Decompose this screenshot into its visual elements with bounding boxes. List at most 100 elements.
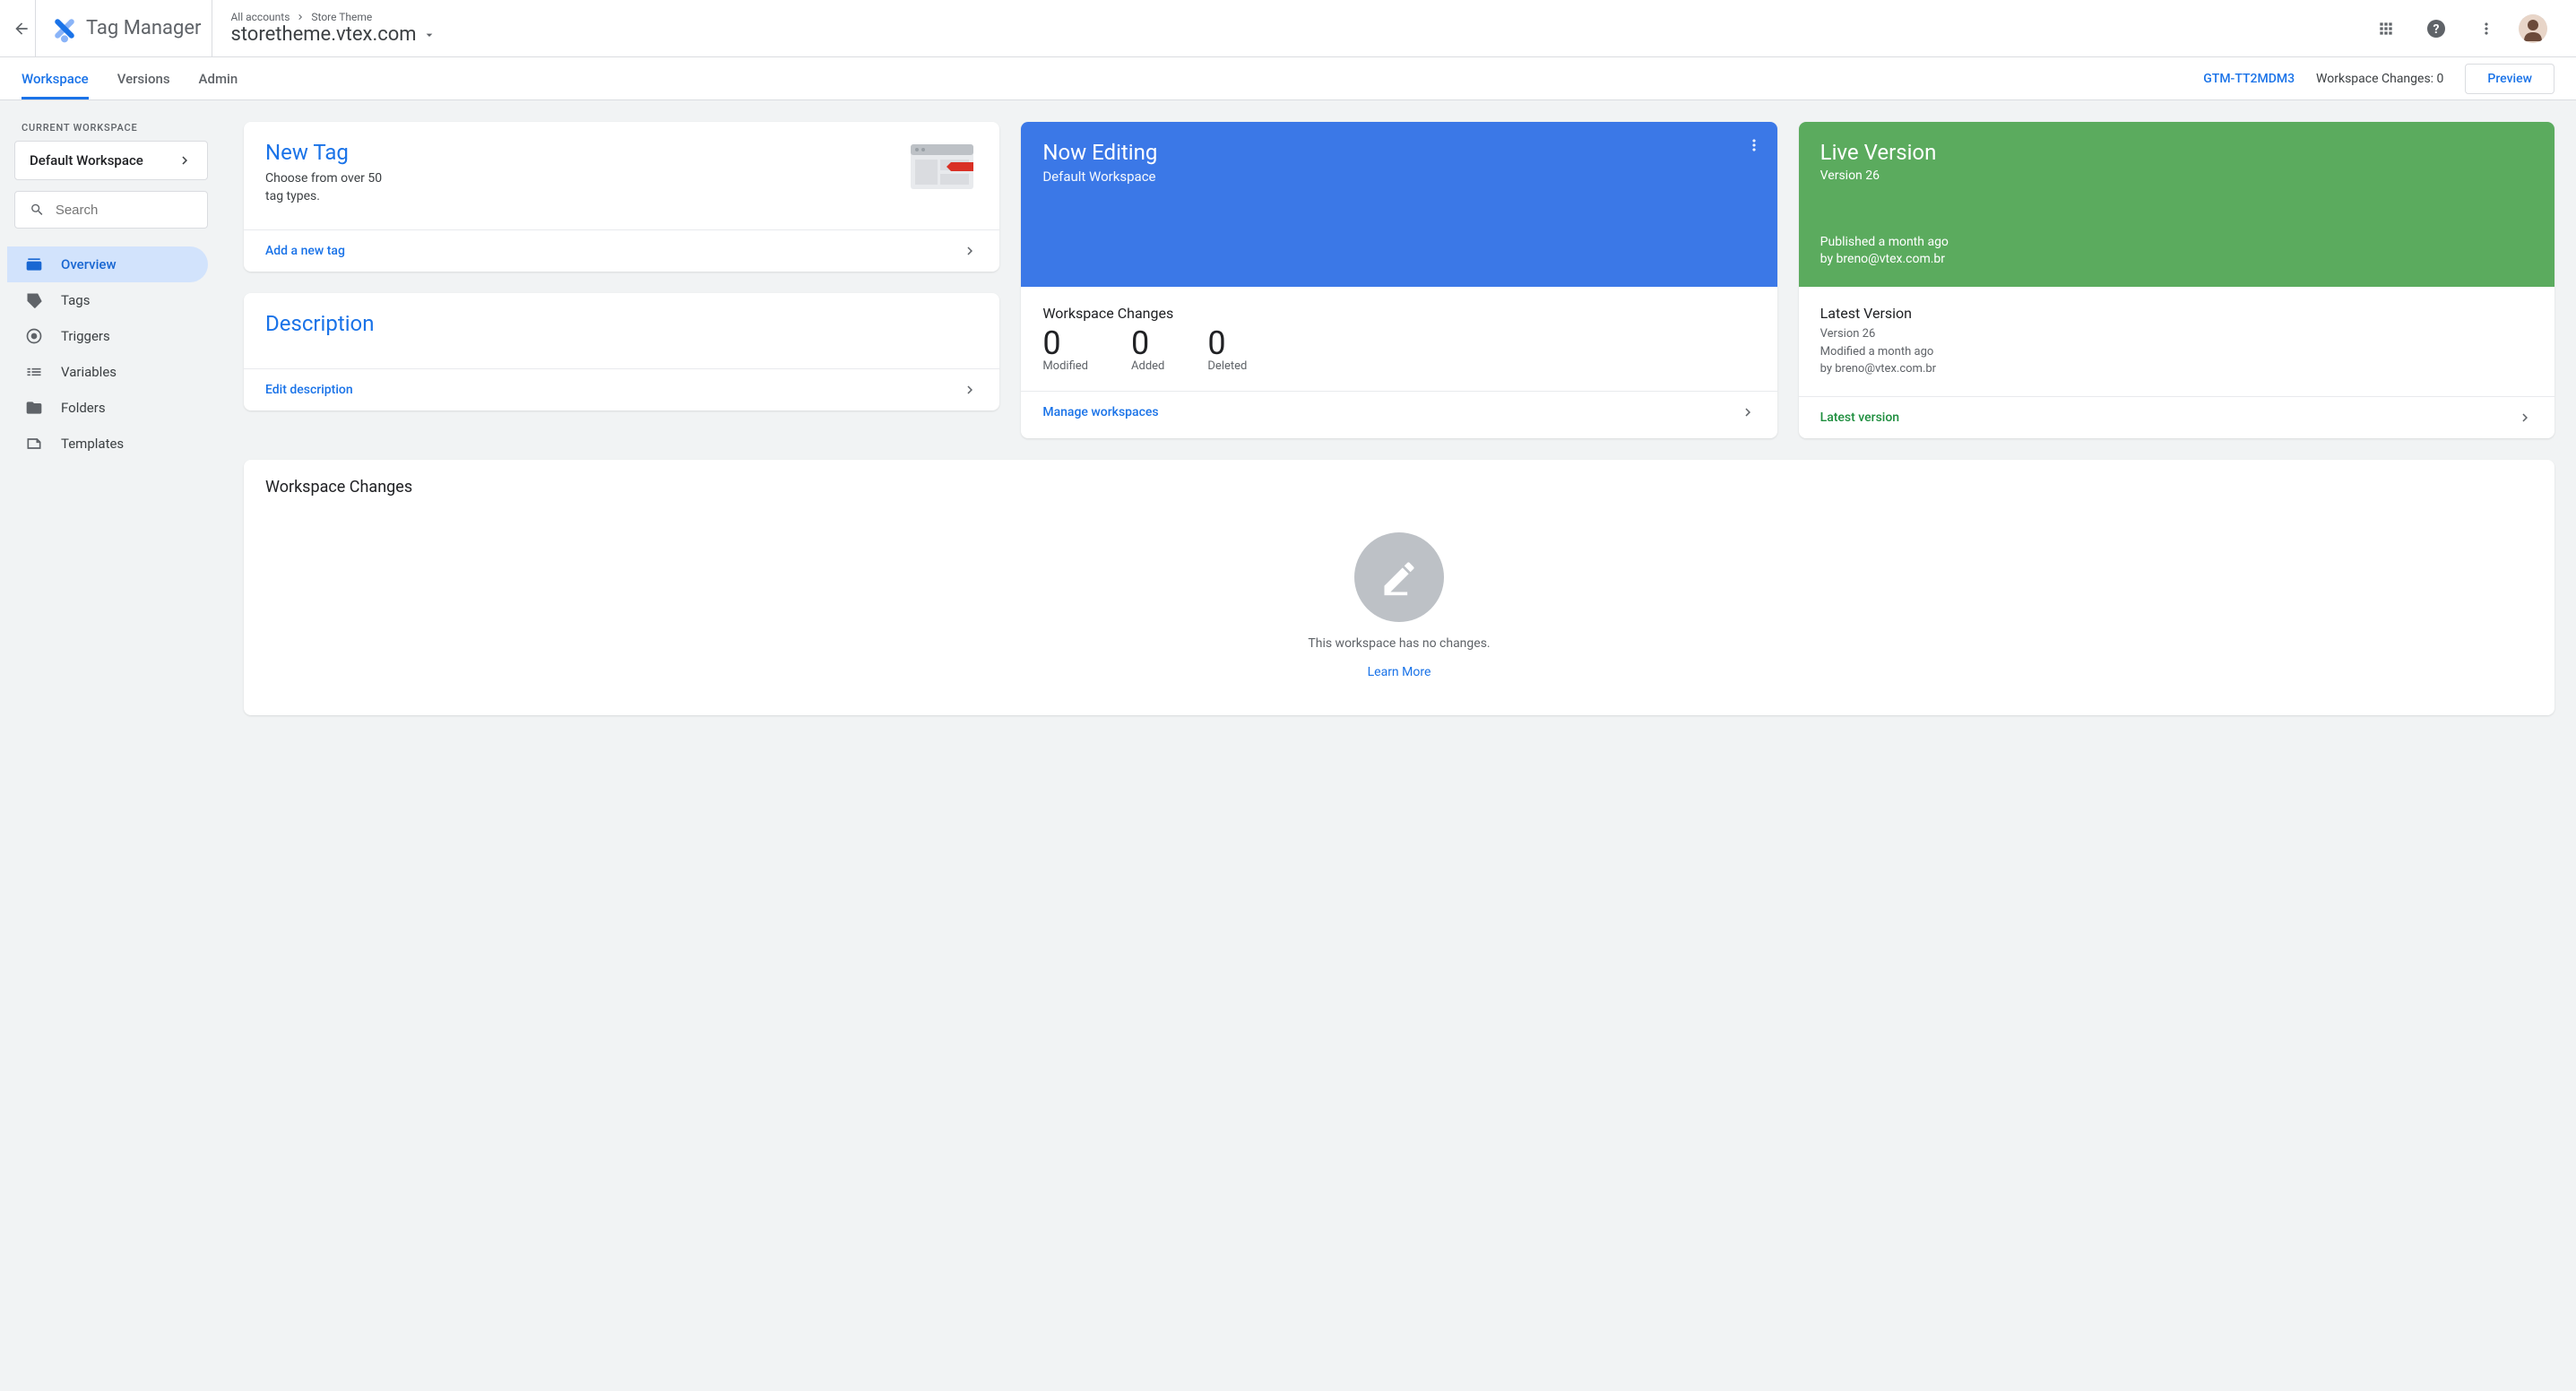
arrow-left-icon — [13, 20, 30, 38]
latest-version-info: Latest Version Version 26 Modified a mon… — [1799, 287, 2554, 396]
nav-triggers[interactable]: Triggers — [7, 318, 208, 354]
now-editing-card: Now Editing Default Workspace Workspace … — [1021, 122, 1776, 438]
manage-workspaces-label: Manage workspaces — [1042, 405, 1158, 419]
search-icon — [30, 201, 45, 219]
dashboard-icon — [25, 255, 43, 273]
now-editing-body: Now Editing Default Workspace — [1021, 122, 1776, 287]
latest-version-button[interactable]: Latest version — [1799, 396, 2554, 438]
new-tag-title: New Tag — [265, 140, 391, 165]
workspace-changes-stats: Workspace Changes 0 Modified 0 Added 0 D — [1021, 287, 1776, 391]
description-body[interactable]: Description — [244, 293, 999, 368]
empty-state-icon — [1354, 532, 1444, 622]
nav-overview[interactable]: Overview — [7, 246, 208, 282]
workspace-changes-card: Workspace Changes This workspace has no … — [244, 460, 2554, 715]
nav-label: Overview — [61, 256, 117, 272]
left-column: New Tag Choose from over 50 tag types. A… — [244, 122, 999, 438]
back-button[interactable] — [7, 0, 36, 57]
more-vert-icon — [2477, 20, 2495, 38]
live-version-title: Live Version — [1820, 140, 2533, 165]
primary-tabs: Workspace Versions Admin — [22, 57, 238, 99]
ws-changes-title: Workspace Changes — [1042, 305, 1755, 322]
main: CURRENT WORKSPACE Default Workspace Over… — [0, 100, 2576, 1391]
content: New Tag Choose from over 50 tag types. A… — [222, 100, 2576, 1391]
workspace-name: Default Workspace — [30, 152, 143, 168]
description-card: Description Edit description — [244, 293, 999, 410]
stat-modified: 0 Modified — [1042, 327, 1088, 373]
nav-templates[interactable]: Templates — [7, 426, 208, 462]
container-name: storetheme.vtex.com — [230, 23, 416, 46]
cards-row: New Tag Choose from over 50 tag types. A… — [244, 122, 2554, 438]
account-avatar[interactable] — [2519, 14, 2547, 43]
now-editing-title: Now Editing — [1042, 140, 1755, 165]
help-icon: ? — [2425, 18, 2447, 39]
latest-version-label: Latest version — [1820, 410, 1899, 425]
apps-icon — [2377, 20, 2395, 38]
product-name: Tag Manager — [86, 17, 201, 39]
sidebar: CURRENT WORKSPACE Default Workspace Over… — [0, 100, 222, 1391]
learn-more-link[interactable]: Learn More — [1368, 665, 1431, 679]
edit-description-label: Edit description — [265, 383, 353, 397]
preview-button[interactable]: Preview — [2465, 64, 2554, 94]
folder-icon — [25, 399, 43, 417]
workspace-changes-heading: Workspace Changes — [265, 478, 2533, 497]
edit-description-button[interactable]: Edit description — [244, 368, 999, 410]
search-input[interactable] — [56, 203, 193, 218]
tab-workspace[interactable]: Workspace — [22, 57, 89, 99]
nav-label: Templates — [61, 436, 124, 452]
container-selector[interactable]: storetheme.vtex.com — [230, 23, 2368, 46]
product-logo[interactable]: Tag Manager — [43, 0, 212, 57]
template-icon — [25, 435, 43, 453]
nav-label: Tags — [61, 292, 90, 308]
header-actions: ? — [2368, 11, 2569, 47]
new-tag-card: New Tag Choose from over 50 tag types. A… — [244, 122, 999, 272]
chevron-right-icon — [295, 12, 306, 22]
tabs-bar: Workspace Versions Admin GTM-TT2MDM3 Wor… — [0, 57, 2576, 100]
live-version-body: Live Version Version 26 Published a mont… — [1799, 122, 2554, 287]
nav-label: Triggers — [61, 328, 110, 344]
breadcrumb-root[interactable]: All accounts — [230, 11, 290, 23]
manage-workspaces-button[interactable]: Manage workspaces — [1021, 391, 1776, 433]
breadcrumb[interactable]: All accounts Store Theme — [230, 11, 2368, 23]
app-header: Tag Manager All accounts Store Theme sto… — [0, 0, 2576, 57]
description-title: Description — [265, 311, 978, 336]
tab-versions[interactable]: Versions — [117, 57, 170, 99]
nav-tags[interactable]: Tags — [7, 282, 208, 318]
tag-manager-logo-icon — [50, 14, 79, 43]
tab-admin[interactable]: Admin — [199, 57, 238, 99]
nav-folders[interactable]: Folders — [7, 390, 208, 426]
chevron-right-icon — [962, 243, 978, 259]
pencil-icon — [1379, 557, 1419, 597]
target-icon — [25, 327, 43, 345]
tag-icon — [25, 291, 43, 309]
breadcrumb-leaf[interactable]: Store Theme — [311, 11, 372, 23]
nav-label: Folders — [61, 400, 106, 416]
empty-state: This workspace has no changes. Learn Mor… — [265, 532, 2533, 679]
now-editing-subtitle: Default Workspace — [1042, 168, 1755, 185]
search-box[interactable] — [14, 191, 208, 229]
now-editing-more-button[interactable] — [1745, 136, 1763, 154]
new-tag-subtitle: Choose from over 50 tag types. — [265, 170, 391, 205]
nav-variables[interactable]: Variables — [7, 354, 208, 390]
chevron-right-icon — [962, 382, 978, 398]
chevron-right-icon — [1740, 404, 1756, 420]
current-workspace-label: CURRENT WORKSPACE — [7, 115, 215, 141]
apps-button[interactable] — [2368, 11, 2404, 47]
stat-added: 0 Added — [1131, 327, 1164, 373]
new-tag-body[interactable]: New Tag Choose from over 50 tag types. — [244, 122, 999, 229]
breadcrumb-area: All accounts Store Theme storetheme.vtex… — [212, 11, 2368, 46]
help-button[interactable]: ? — [2418, 11, 2454, 47]
more-vert-icon — [1745, 136, 1763, 154]
avatar-icon — [2519, 14, 2547, 43]
caret-down-icon — [422, 28, 437, 42]
publish-info: Published a month ago by breno@vtex.com.… — [1820, 234, 2533, 269]
nav-label: Variables — [61, 364, 117, 380]
tabs-right: GTM-TT2MDM3 Workspace Changes: 0 Preview — [2203, 64, 2554, 94]
container-id[interactable]: GTM-TT2MDM3 — [2203, 72, 2295, 86]
tag-illustration-icon — [906, 140, 978, 194]
empty-state-text: This workspace has no changes. — [1308, 636, 1490, 651]
add-new-tag-button[interactable]: Add a new tag — [244, 229, 999, 272]
more-button[interactable] — [2468, 11, 2504, 47]
live-version-number: Version 26 — [1820, 168, 2533, 183]
workspace-selector[interactable]: Default Workspace — [14, 141, 208, 180]
workspace-changes-counter: Workspace Changes: 0 — [2316, 72, 2443, 86]
